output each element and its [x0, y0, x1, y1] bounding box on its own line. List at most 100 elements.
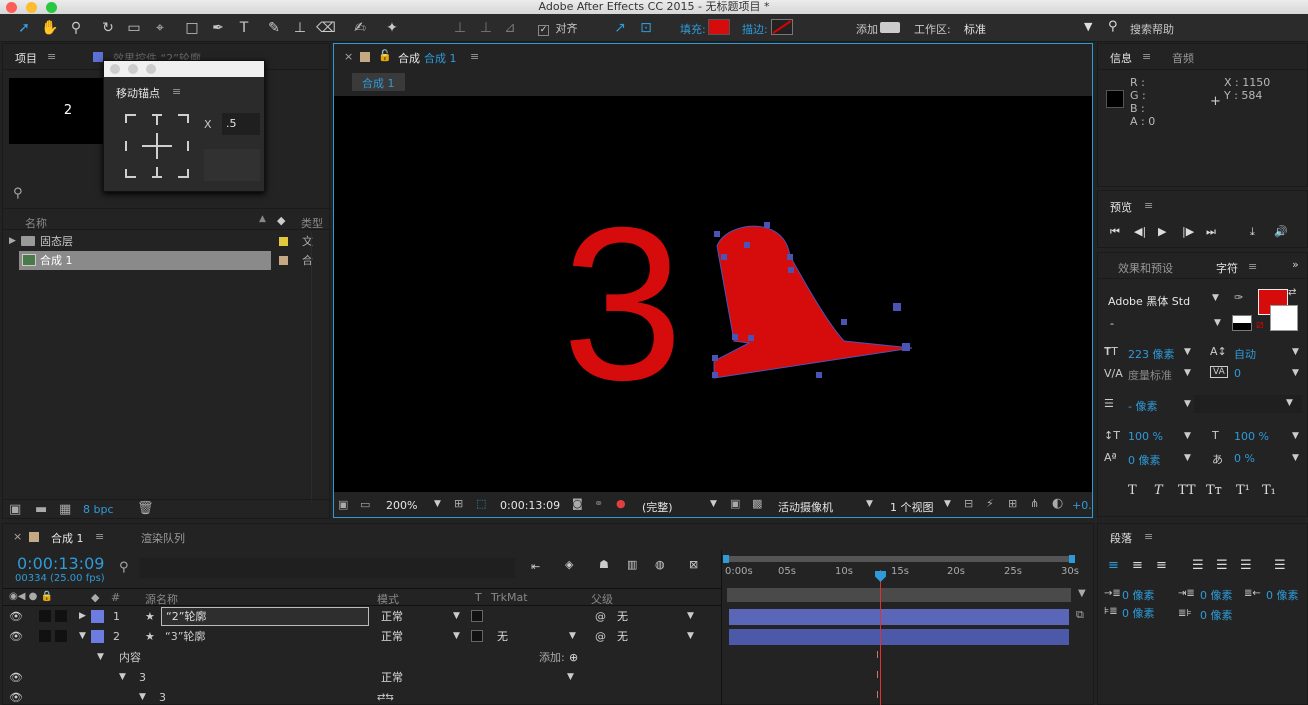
stroke-width-dropdown-icon[interactable]: ▼ [1184, 399, 1191, 409]
layer-name-input[interactable]: “2”轮廓 [161, 607, 369, 626]
view-axis-icon[interactable]: ⊿ [500, 18, 520, 38]
snapshot-icon[interactable]: ◙ [572, 497, 583, 510]
pick-whip-icon[interactable]: @ [595, 607, 606, 626]
label-tag-icon[interactable]: ◆ [277, 214, 285, 227]
roto-brush-tool-icon[interactable]: ✍ [350, 18, 370, 38]
lock-switch[interactable] [55, 630, 67, 642]
timeline-search-input[interactable] [139, 558, 515, 578]
toggle-pixel-aspect-icon[interactable]: ⊟ [964, 497, 973, 510]
mode-column[interactable]: 模式 [377, 591, 399, 607]
justify-right-icon[interactable]: ☰ [1240, 558, 1252, 573]
x-offset-input[interactable]: .5 [222, 113, 260, 135]
collapse-arrow-icon[interactable]: ▼ [79, 627, 86, 646]
zoom-window-button[interactable] [46, 2, 57, 13]
shape-layer-2-outline[interactable] [704, 221, 944, 421]
leading-dropdown-icon[interactable]: ▼ [1292, 347, 1299, 357]
tab-project[interactable]: 项目 [15, 50, 37, 66]
visibility-eye-icon[interactable]: 👁 [9, 668, 23, 687]
tab-composition-prefix[interactable]: 合成 [398, 50, 420, 66]
anchor-grid-icon[interactable] [124, 113, 190, 179]
blend-mode-select[interactable]: 正常 [381, 607, 403, 626]
channels-icon[interactable]: ● [616, 497, 626, 510]
contents-row[interactable]: ▼ 内容 添加: ⊕ [3, 648, 721, 667]
layer-name[interactable]: “3”轮廓 [165, 627, 205, 646]
close-panel-button[interactable] [110, 64, 120, 74]
layer-1-duration-bar[interactable] [729, 609, 1069, 625]
timeline-search-icon[interactable]: ⚲ [119, 560, 129, 575]
solo-switch[interactable] [39, 630, 51, 642]
layer-label-color[interactable] [91, 630, 104, 643]
graph-editor-icon[interactable]: ⊠ [689, 558, 698, 571]
hscale-dropdown-icon[interactable]: ▼ [1292, 431, 1299, 441]
sort-ascending-icon[interactable]: ▲ [259, 214, 266, 224]
zoom-select[interactable]: 200% [386, 499, 417, 512]
font-style-select[interactable]: - ▼ [1104, 315, 1224, 333]
track-matte-select[interactable]: 无 [497, 627, 508, 646]
faux-bold-button[interactable]: T [1128, 483, 1137, 498]
vertical-scale-value[interactable]: 100 % [1128, 430, 1163, 443]
baseline-shift-value[interactable]: 0 像素 [1128, 452, 1161, 468]
mute-audio-icon[interactable]: 🔊 [1274, 225, 1288, 238]
baseline-dropdown-icon[interactable]: ▼ [1184, 453, 1191, 463]
stroke-color-swatch[interactable] [1270, 305, 1298, 331]
justify-center-icon[interactable]: ☰ [1216, 558, 1228, 573]
panel-menu-icon[interactable]: ≡ [95, 530, 104, 543]
timeline-icon[interactable]: ⊞ [1008, 497, 1017, 510]
column-type[interactable]: 类型 [301, 215, 323, 231]
stroke-swatch[interactable] [771, 19, 793, 35]
frame-blending-icon[interactable]: ▥ [627, 558, 637, 571]
visibility-eye-icon[interactable]: 👁 [9, 688, 23, 705]
path-3-row[interactable]: 👁 ▼ 3 ⇄⇆ [3, 688, 721, 705]
faux-italic-button[interactable]: T [1154, 483, 1163, 498]
workspace-select[interactable]: 标准 [964, 21, 986, 37]
close-tab-icon[interactable]: × [13, 530, 22, 543]
fill-swatch[interactable] [708, 19, 730, 35]
collapse-arrow-icon[interactable]: ▼ [119, 668, 126, 687]
zoom-panel-button[interactable] [146, 64, 156, 74]
panel-menu-icon[interactable]: ≡ [470, 50, 479, 63]
solo-switch[interactable] [39, 610, 51, 622]
close-tab-icon[interactable]: × [344, 50, 353, 63]
all-caps-button[interactable]: TT [1178, 483, 1196, 498]
group-blend-mode-select[interactable]: 正常 [381, 668, 403, 687]
superscript-button[interactable]: T¹ [1236, 483, 1250, 498]
motion-blur-icon[interactable]: ◍ [655, 558, 665, 571]
add-button-icon[interactable] [880, 22, 900, 33]
tracking-dropdown-icon[interactable]: ▼ [1292, 368, 1299, 378]
workspace-dropdown-icon[interactable]: ▼ [1084, 20, 1092, 33]
puppet-tool-icon[interactable]: ✦ [382, 18, 402, 38]
mode-dropdown-icon[interactable]: ▼ [453, 627, 460, 646]
trkmat-column[interactable]: TrkMat [491, 591, 528, 604]
stroke-style-select[interactable]: ▼ [1194, 395, 1302, 413]
transparency-grid-icon[interactable]: ▩ [752, 497, 762, 510]
resolution-dropdown-icon[interactable]: ▼ [710, 499, 717, 509]
column-name[interactable]: 名称 [25, 215, 47, 231]
justify-all-icon[interactable]: ☰ [1274, 558, 1286, 573]
zoom-tool-icon[interactable]: ⚲ [66, 18, 86, 38]
source-name-column[interactable]: 源名称 [145, 591, 178, 607]
horizontal-scale-value[interactable]: 100 % [1234, 430, 1269, 443]
tab-effects-presets[interactable]: 效果和预设 [1118, 260, 1173, 276]
visibility-eye-icon[interactable]: 👁 [9, 627, 23, 646]
tab-timeline-comp[interactable]: 合成 1 [51, 530, 84, 546]
align-right-icon[interactable]: ≡ [1156, 558, 1167, 573]
view-dropdown-icon[interactable]: ▼ [944, 499, 951, 509]
default-colors-icon[interactable] [1232, 315, 1252, 331]
tab-info[interactable]: 信息 [1110, 50, 1132, 66]
parent-column[interactable]: 父级 [591, 591, 613, 607]
expand-arrow-icon[interactable]: ▶ [79, 607, 86, 626]
pan-behind-tool-icon[interactable]: ⌖ [150, 18, 170, 38]
region-of-interest-icon[interactable]: ▣ [730, 497, 740, 510]
tsume-value[interactable]: 0 % [1234, 452, 1255, 465]
expand-panels-icon[interactable]: » [1292, 258, 1299, 271]
swap-colors-icon[interactable]: ⇄ [1288, 287, 1296, 298]
collapse-arrow-icon[interactable]: ▼ [139, 688, 146, 705]
type-tool-icon[interactable]: T [234, 18, 254, 38]
lock-icon[interactable]: 🔓 [378, 49, 392, 62]
close-window-button[interactable] [6, 2, 17, 13]
navigator-end-handle[interactable] [1069, 555, 1075, 563]
comp-breadcrumb[interactable]: 合成 1 [352, 73, 405, 91]
small-caps-button[interactable]: Tт [1206, 483, 1222, 498]
search-help-input[interactable]: 搜索帮助 [1130, 21, 1174, 37]
zoom-dropdown-icon[interactable]: ▼ [434, 499, 441, 509]
